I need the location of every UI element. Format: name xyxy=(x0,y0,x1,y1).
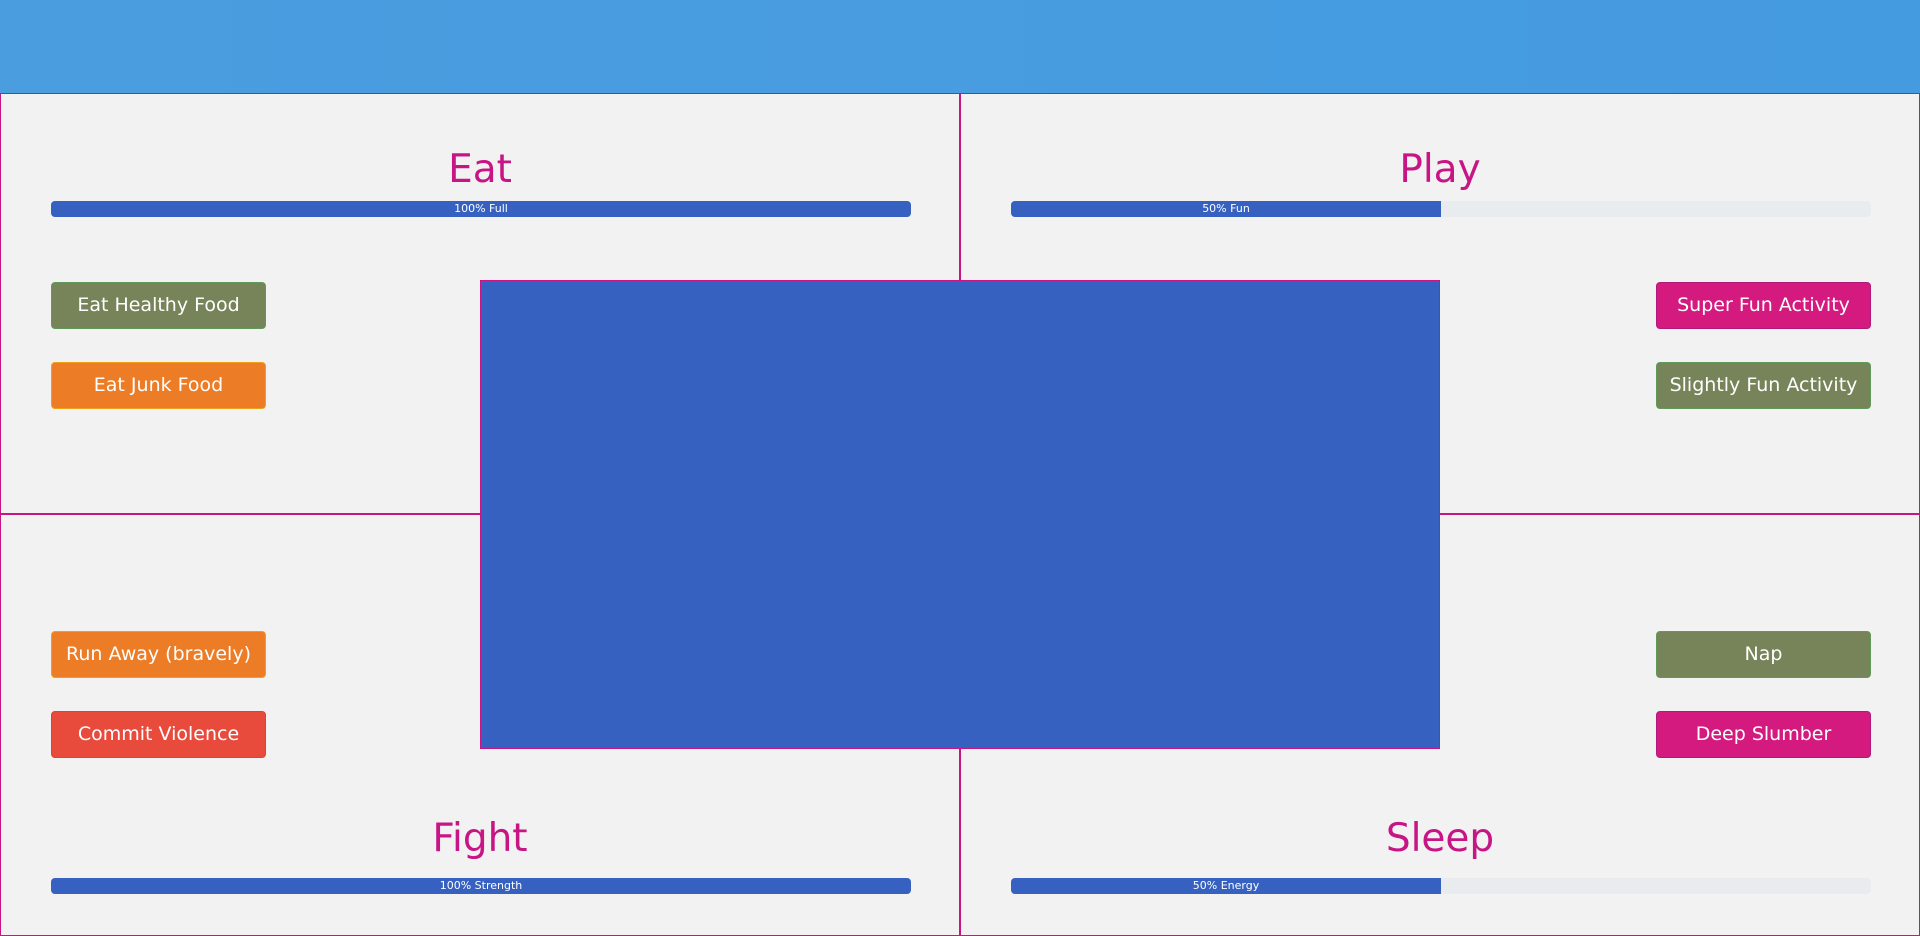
eat-healthy-food-button[interactable]: Eat Healthy Food xyxy=(51,282,266,329)
fight-title: Fight xyxy=(432,816,528,861)
deep-slumber-button[interactable]: Deep Slumber xyxy=(1656,711,1871,758)
fun-meter: 50% Fun xyxy=(1011,201,1871,217)
energy-meter: 50% Energy xyxy=(1011,878,1871,894)
energy-meter-label: 50% Energy xyxy=(1192,879,1260,892)
fullness-meter: 100% Full xyxy=(51,201,911,217)
play-title: Play xyxy=(1399,147,1481,192)
fun-meter-label: 50% Fun xyxy=(1202,202,1250,215)
super-fun-activity-button[interactable]: Super Fun Activity xyxy=(1656,282,1871,329)
run-away-button[interactable]: Run Away (bravely) xyxy=(51,631,266,678)
eat-junk-food-button[interactable]: Eat Junk Food xyxy=(51,362,266,409)
nap-button[interactable]: Nap xyxy=(1656,631,1871,678)
fullness-meter-label: 100% Full xyxy=(454,202,508,215)
pet-display-panel xyxy=(480,280,1440,749)
commit-violence-button[interactable]: Commit Violence xyxy=(51,711,266,758)
slightly-fun-activity-button[interactable]: Slightly Fun Activity xyxy=(1656,362,1871,409)
eat-title: Eat xyxy=(448,147,512,192)
top-header-bar xyxy=(0,0,1920,93)
strength-meter: 100% Strength xyxy=(51,878,911,894)
sleep-title: Sleep xyxy=(1385,816,1495,861)
strength-meter-label: 100% Strength xyxy=(439,879,523,892)
